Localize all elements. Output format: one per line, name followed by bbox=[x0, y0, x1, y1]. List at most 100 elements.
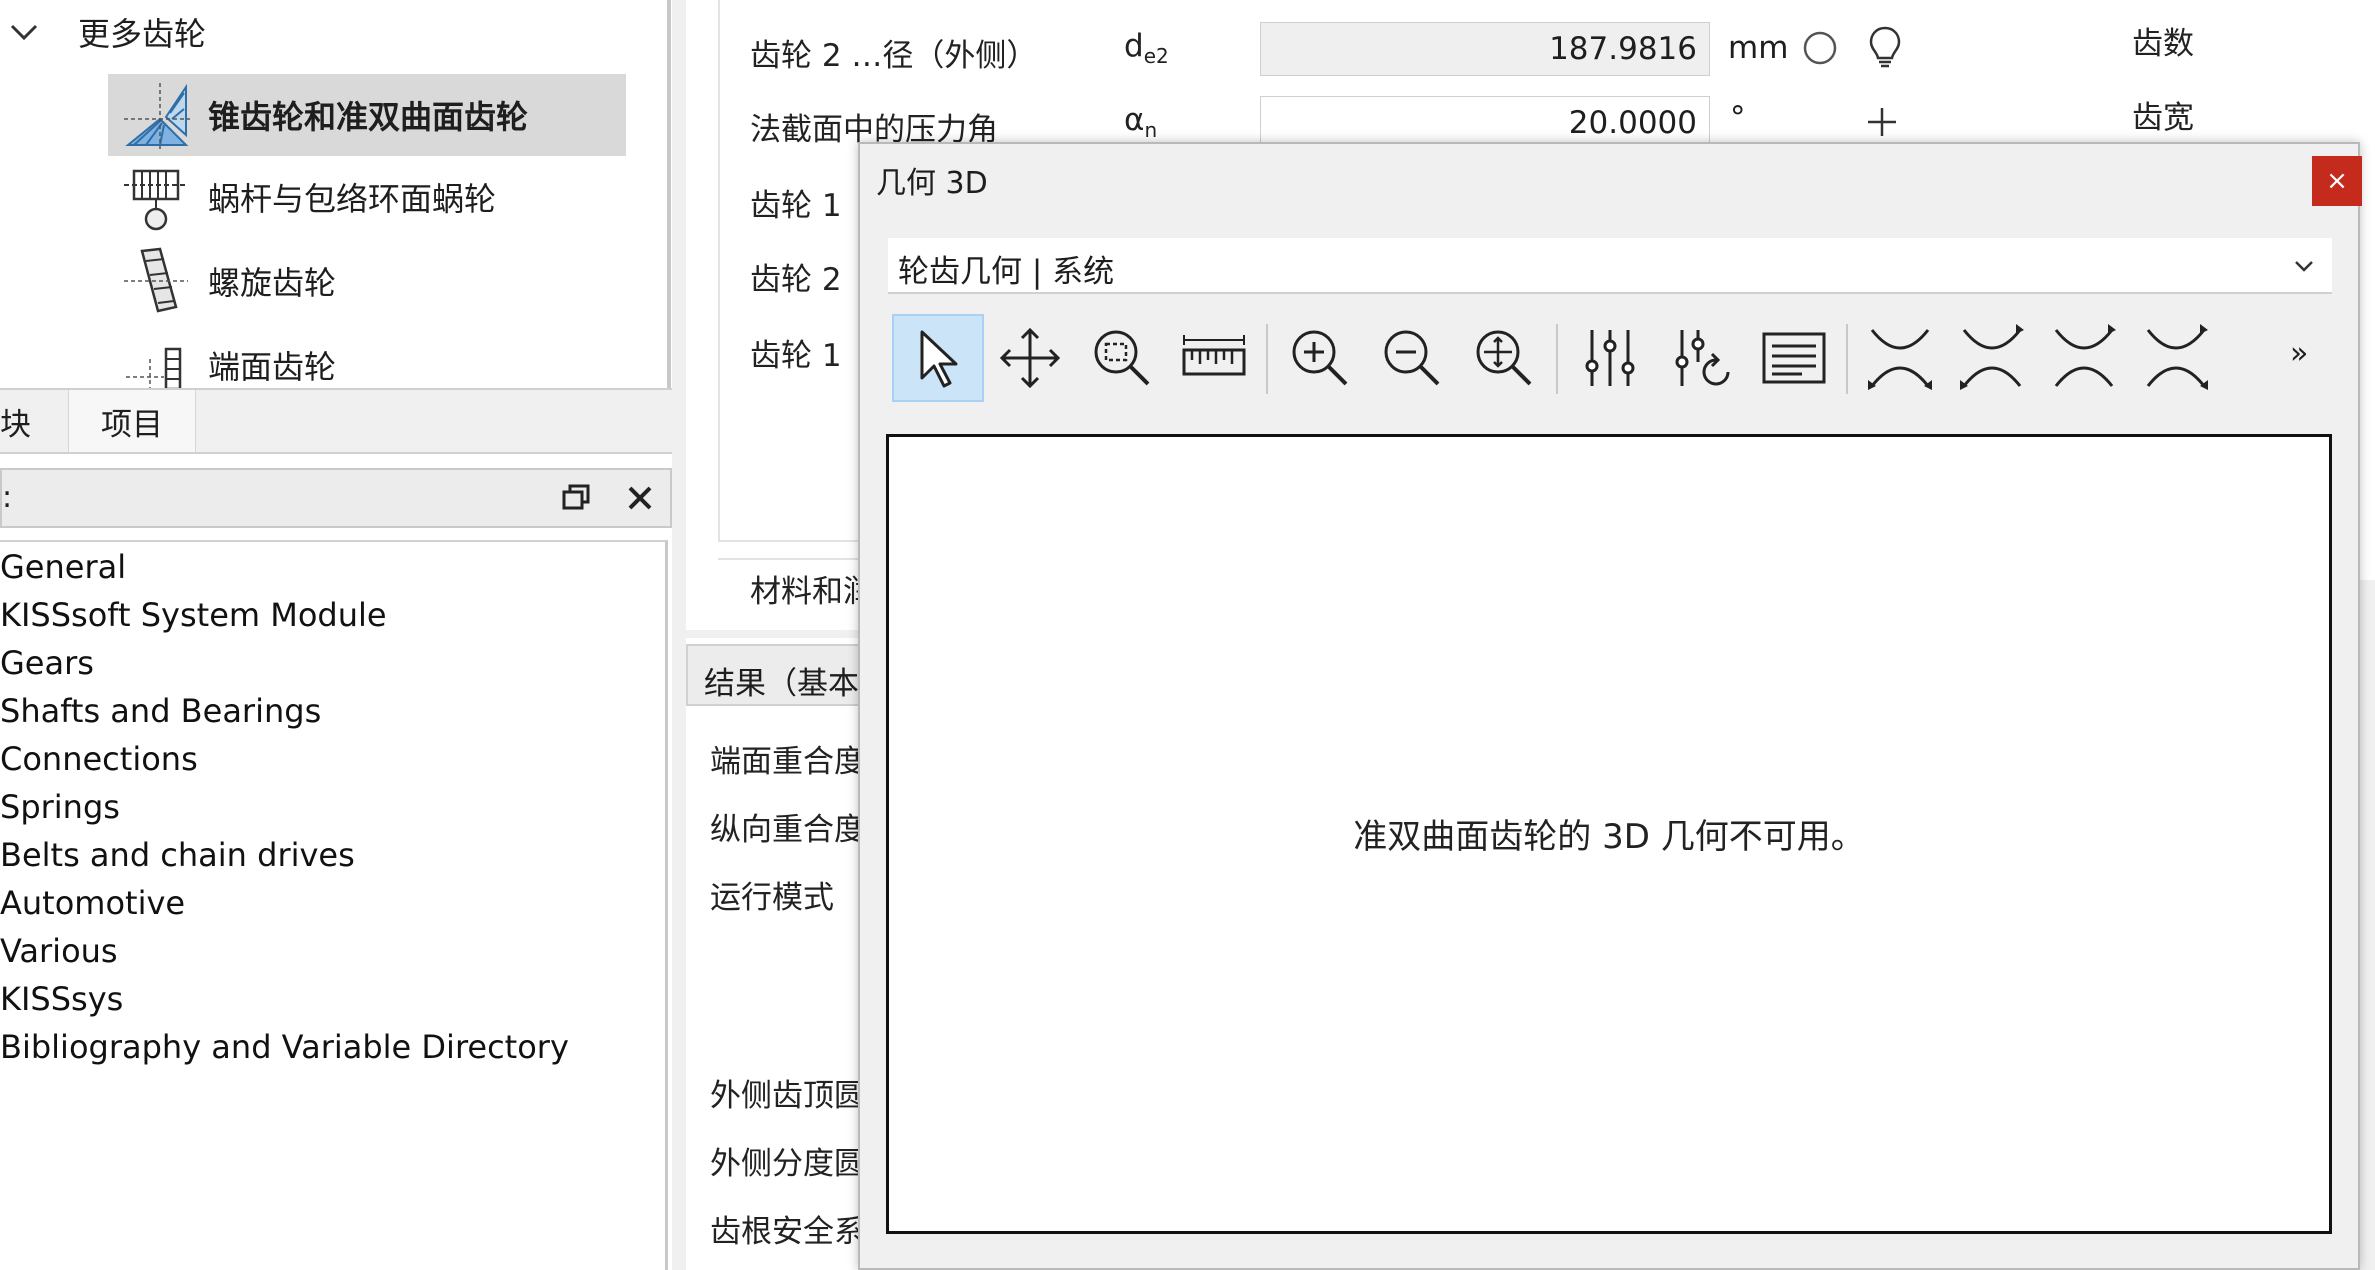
tab-project[interactable]: 项目 bbox=[68, 390, 196, 452]
close-icon[interactable] bbox=[622, 480, 658, 516]
pointer-arrow-icon bbox=[920, 330, 958, 388]
chevron-down-icon bbox=[2295, 261, 2313, 272]
geometry-3d-dialog: 几何 3D × 轮齿几何 | 系统 » 准双曲面齿轮的 3D 几何不可用。 bbox=[858, 142, 2362, 1270]
module-item-bibliography[interactable]: Bibliography and Variable Directory bbox=[0, 1028, 569, 1066]
tree-scroll-edge bbox=[667, 0, 671, 392]
result-outer-tip-diameter: 外侧齿顶圆 bbox=[710, 1078, 865, 1114]
reset-settings-button[interactable] bbox=[1656, 314, 1748, 402]
move-arrows-icon bbox=[999, 327, 1061, 389]
toolbar-separator bbox=[1556, 324, 1558, 394]
module-item-springs[interactable]: Springs bbox=[0, 788, 120, 826]
3d-viewport[interactable]: 准双曲面齿轮的 3D 几何不可用。 bbox=[886, 434, 2332, 1234]
plus-icon[interactable] bbox=[1864, 104, 1900, 140]
left-panel: 更多齿轮 锥齿轮和准双曲面齿轮 蜗杆与包络环面蜗轮 螺旋齿轮 端面齿轮 块 项目… bbox=[0, 0, 672, 1270]
form-label-gear1-b: 齿轮 1 bbox=[750, 338, 842, 374]
panel-splitter[interactable] bbox=[672, 0, 686, 1270]
zoom-out-button[interactable] bbox=[1366, 314, 1458, 402]
module-item-kisssys[interactable]: KISSsys bbox=[0, 980, 123, 1018]
tree-item-crossed-helical[interactable]: 螺旋齿轮 bbox=[0, 240, 336, 322]
zoom-window-button[interactable] bbox=[1076, 314, 1168, 402]
flank-view-3-button[interactable] bbox=[2038, 314, 2130, 402]
tab-module[interactable]: 块 bbox=[0, 390, 66, 452]
toolbar-overflow-button[interactable]: » bbox=[2290, 336, 2308, 371]
result-outer-pitch-diameter: 外侧分度圆 bbox=[710, 1146, 865, 1182]
module-item-belts-chains[interactable]: Belts and chain drives bbox=[0, 836, 355, 874]
form-label-gear1: 齿轮 1 bbox=[750, 188, 842, 224]
flank-contact-icon bbox=[1868, 329, 1932, 390]
module-panel-title: : bbox=[2, 480, 13, 515]
label-teeth-number: 齿数 bbox=[2132, 26, 2194, 62]
module-item-gears[interactable]: Gears bbox=[0, 644, 94, 682]
zoom-fit-icon bbox=[1476, 330, 1532, 386]
tree-item-label: 蜗杆与包络环面蜗轮 bbox=[208, 180, 497, 218]
zoom-in-icon bbox=[1292, 330, 1348, 386]
sliders-icon bbox=[1585, 330, 1635, 386]
symbol-alpha-n: αn bbox=[1124, 102, 1158, 143]
flank-contact-icon bbox=[1960, 324, 2024, 390]
module-item-various[interactable]: Various bbox=[0, 932, 118, 970]
zoom-window-icon bbox=[1094, 330, 1150, 386]
result-overlap-ratio: 纵向重合度 bbox=[710, 812, 865, 848]
module-item-automotive[interactable]: Automotive bbox=[0, 884, 185, 922]
bevel-gear-icon bbox=[124, 83, 190, 149]
zoom-out-icon bbox=[1384, 330, 1440, 386]
result-operating-mode: 运行模式 bbox=[710, 880, 834, 916]
tree-item-label: 端面齿轮 bbox=[208, 348, 337, 386]
measure-tool-button[interactable] bbox=[1168, 314, 1260, 402]
unit-mm: mm bbox=[1728, 30, 1789, 66]
tip-diameter-field[interactable]: 187.9816 bbox=[1260, 22, 1710, 76]
tree-item-label: 锥齿轮和准双曲面齿轮 bbox=[208, 98, 529, 136]
dialog-close-button[interactable]: × bbox=[2312, 156, 2362, 206]
chevron-down-icon[interactable] bbox=[4, 12, 44, 52]
module-item-shafts-bearings[interactable]: Shafts and Bearings bbox=[0, 692, 321, 730]
close-icon: × bbox=[2326, 166, 2348, 196]
module-panel-header: : bbox=[0, 468, 672, 528]
module-list: General KISSsoft System Module Gears Sha… bbox=[0, 540, 668, 1270]
tree-group-more-gears[interactable]: 更多齿轮 bbox=[0, 0, 206, 64]
panel-tab-bar: 块 项目 bbox=[0, 388, 672, 454]
select-tool-button[interactable] bbox=[892, 314, 984, 402]
radio-button-icon[interactable] bbox=[1802, 30, 1838, 66]
flank-view-1-button[interactable] bbox=[1854, 314, 1946, 402]
lightbulb-icon[interactable] bbox=[1866, 24, 1904, 70]
view-toolbar: » bbox=[888, 314, 2332, 410]
form-label-tip-diameter: 齿轮 2 …径（外侧） bbox=[750, 38, 1038, 74]
module-item-connections[interactable]: Connections bbox=[0, 740, 198, 778]
tree-item-worm-gear[interactable]: 蜗杆与包络环面蜗轮 bbox=[0, 156, 496, 238]
module-item-general[interactable]: General bbox=[0, 548, 126, 586]
text-lines-icon bbox=[1762, 332, 1826, 384]
sliders-refresh-icon bbox=[1675, 330, 1730, 386]
pan-tool-button[interactable] bbox=[984, 314, 1076, 402]
dialog-title: 几何 3D bbox=[876, 166, 988, 201]
result-root-safety: 齿根安全系 bbox=[710, 1214, 865, 1250]
viewport-message: 准双曲面齿轮的 3D 几何不可用。 bbox=[1353, 817, 1865, 857]
form-label-gear2: 齿轮 2 bbox=[750, 262, 842, 298]
flank-contact-icon bbox=[2146, 324, 2208, 390]
view-select-value: 轮齿几何 | 系统 bbox=[898, 254, 1115, 290]
ruler-icon bbox=[1182, 335, 1246, 376]
worm-gear-icon bbox=[124, 169, 188, 231]
report-button[interactable] bbox=[1748, 314, 1840, 402]
flank-contact-icon bbox=[2054, 324, 2116, 387]
unit-degree: ° bbox=[1730, 100, 1746, 136]
tab-label: 项目 bbox=[101, 406, 163, 443]
module-item-system-module[interactable]: KISSsoft System Module bbox=[0, 596, 387, 634]
flank-view-4-button[interactable] bbox=[2130, 314, 2222, 402]
tab-label: 块 bbox=[0, 406, 31, 443]
label-face-width: 齿宽 bbox=[2132, 100, 2194, 136]
toolbar-separator bbox=[1266, 324, 1268, 394]
symbol-de2: de2 bbox=[1124, 28, 1169, 69]
view-select[interactable]: 轮齿几何 | 系统 bbox=[888, 238, 2332, 294]
tree-group-label: 更多齿轮 bbox=[78, 15, 207, 53]
display-settings-button[interactable] bbox=[1564, 314, 1656, 402]
zoom-in-button[interactable] bbox=[1274, 314, 1366, 402]
flank-view-2-button[interactable] bbox=[1946, 314, 2038, 402]
tree-item-label: 螺旋齿轮 bbox=[208, 264, 337, 302]
toolbar-separator bbox=[1846, 324, 1848, 394]
restore-window-icon[interactable] bbox=[558, 480, 594, 516]
zoom-fit-button[interactable] bbox=[1458, 314, 1550, 402]
result-transverse-contact-ratio: 端面重合度 bbox=[710, 744, 865, 780]
crossed-helical-gear-icon bbox=[124, 247, 188, 313]
tree-item-bevel-gear[interactable]: 锥齿轮和准双曲面齿轮 bbox=[108, 74, 626, 156]
results-title: 结果（基本 bbox=[704, 666, 859, 702]
